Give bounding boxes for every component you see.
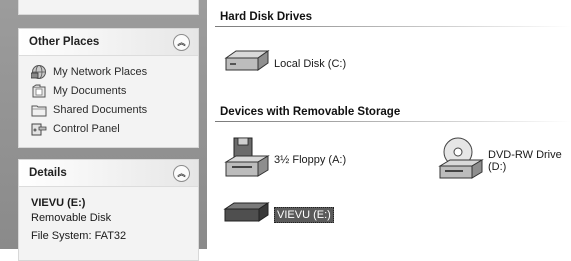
details-header[interactable]: Details ︽ <box>19 160 198 187</box>
details-file-system: File System: FAT32 <box>31 230 127 242</box>
place-item-shared-documents[interactable]: Shared Documents <box>31 100 188 119</box>
control-panel-icon <box>31 121 47 137</box>
my-documents-icon <box>31 83 47 99</box>
collapse-chevron-icon[interactable]: ︽ <box>173 34 190 51</box>
other-places-header[interactable]: Other Places ︽ <box>19 29 198 56</box>
drive-list-view: Hard Disk Drives Local Disk (C:) Devices… <box>207 0 571 249</box>
place-item-my-documents[interactable]: My Documents <box>31 81 188 100</box>
floppy-drive-icon <box>222 136 270 183</box>
other-places-title: Other Places <box>29 36 100 48</box>
drive-floppy-a[interactable]: 3½ Floppy (A:) <box>222 136 346 183</box>
drive-label-selected: VIEVU (E:) <box>274 206 334 223</box>
details-title: Details <box>29 167 67 179</box>
details-drive-name: VIEVU (E:) <box>31 197 86 209</box>
shared-folder-icon <box>31 102 47 118</box>
details-panel: Details ︽ VIEVU (E:) Removable Disk File… <box>18 159 199 261</box>
drive-label: Local Disk (C:) <box>274 57 347 70</box>
place-item-label: Control Panel <box>53 122 120 135</box>
group-divider <box>215 121 571 122</box>
other-places-panel: Other Places ︽ My Network Places My Docu… <box>18 28 199 148</box>
details-drive-type: Removable Disk <box>31 212 112 224</box>
dvd-drive-icon <box>436 136 484 185</box>
place-item-label: Shared Documents <box>53 103 148 116</box>
removable-disk-icon <box>222 200 270 229</box>
place-item-label: My Network Places <box>53 65 148 78</box>
drive-label: DVD-RW Drive (D:) <box>488 148 562 173</box>
task-pane: Other Places ︽ My Network Places My Docu… <box>0 0 207 261</box>
hard-disk-drives-header: Hard Disk Drives <box>220 11 313 23</box>
place-item-network[interactable]: My Network Places <box>30 62 188 81</box>
network-places-icon <box>30 64 47 80</box>
drive-dvd-rw-d[interactable]: DVD-RW Drive (D:) <box>436 136 571 185</box>
hard-disk-icon <box>222 48 270 79</box>
group-divider <box>215 26 571 27</box>
removable-storage-header: Devices with Removable Storage <box>220 106 401 118</box>
drive-label: 3½ Floppy (A:) <box>274 153 347 166</box>
place-item-control-panel[interactable]: Control Panel <box>31 119 188 138</box>
drive-vievu-e[interactable]: VIEVU (E:) <box>222 200 334 229</box>
collapsed-panel-stub <box>18 0 199 15</box>
place-item-label: My Documents <box>53 84 127 97</box>
drive-local-disk-c[interactable]: Local Disk (C:) <box>222 48 346 79</box>
collapse-chevron-icon[interactable]: ︽ <box>173 165 190 182</box>
